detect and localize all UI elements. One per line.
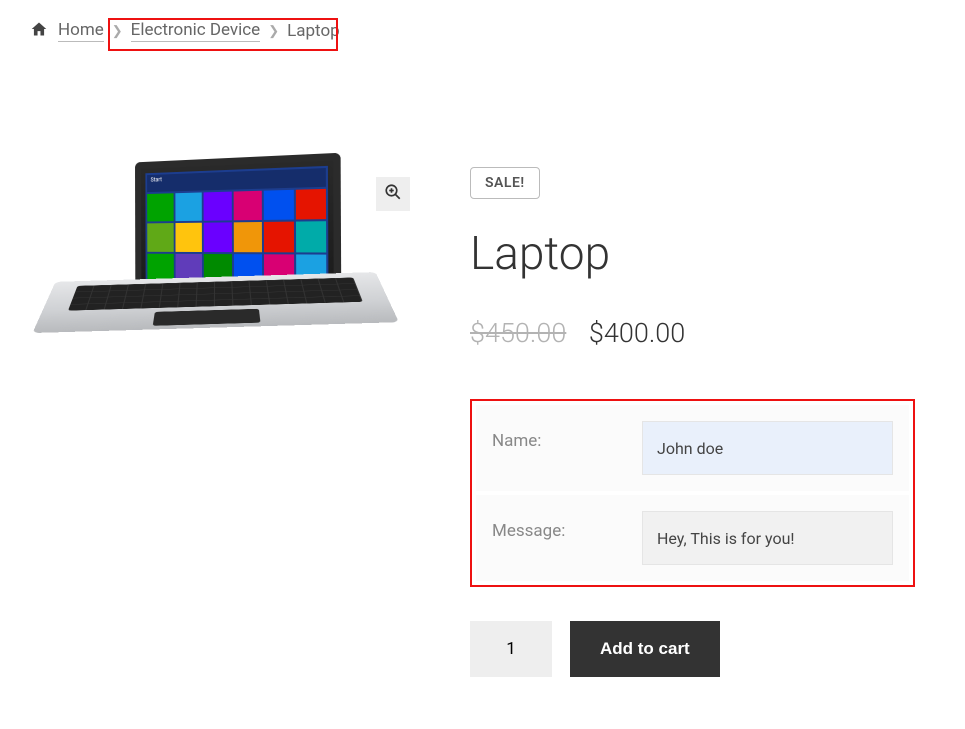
product-summary: SALE! Laptop $450.00 $400.00 Name: Messa…	[470, 82, 935, 677]
home-icon	[30, 21, 48, 42]
name-label: Name:	[492, 421, 642, 451]
price-old: $450.00	[470, 317, 566, 349]
name-input[interactable]	[642, 421, 893, 475]
message-label: Message:	[492, 511, 642, 541]
product-title: Laptop	[470, 227, 935, 281]
gift-fields-box: Name: Message:	[470, 399, 915, 587]
price-new: $400.00	[589, 317, 685, 349]
price-row: $450.00 $400.00	[470, 317, 935, 349]
chevron-right-icon: ❯	[112, 24, 123, 39]
product-image[interactable]: Start	[52, 160, 368, 388]
chevron-right-icon: ❯	[268, 24, 279, 39]
quantity-input[interactable]	[470, 621, 552, 677]
breadcrumb-category-link[interactable]: Electronic Device	[131, 20, 261, 42]
screen-start-label: Start	[147, 168, 326, 192]
product-image-column: Start	[30, 82, 410, 677]
breadcrumb-home-link[interactable]: Home	[58, 20, 104, 42]
sale-badge: SALE!	[470, 167, 540, 199]
breadcrumb: Home ❯ Electronic Device ❯ Laptop	[0, 0, 965, 82]
add-to-cart-button[interactable]: Add to cart	[570, 621, 720, 677]
breadcrumb-current: Laptop	[287, 21, 340, 41]
field-row-name: Name:	[476, 405, 909, 491]
message-input[interactable]	[642, 511, 893, 565]
zoom-button[interactable]	[376, 177, 410, 211]
product-container: Start SALE! Laptop $450.00 $400.00 Name:	[0, 82, 965, 677]
cart-row: Add to cart	[470, 621, 935, 677]
field-row-message: Message:	[476, 495, 909, 581]
magnify-plus-icon	[384, 183, 402, 205]
